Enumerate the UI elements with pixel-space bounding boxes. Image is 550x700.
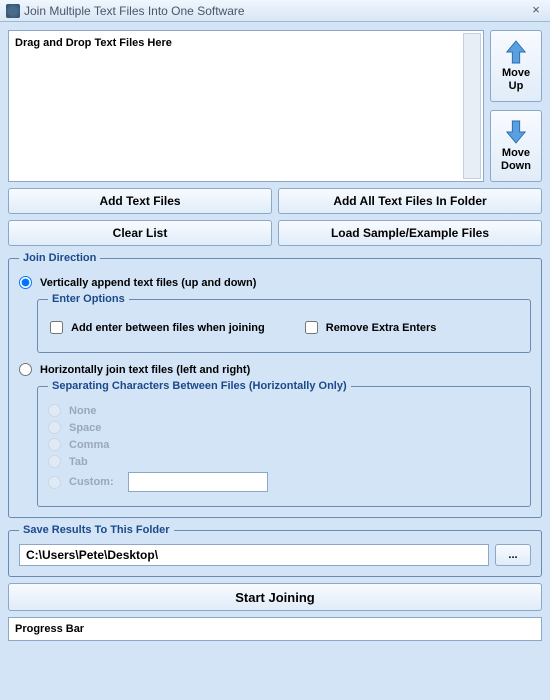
join-direction-group: Join Direction Vertically append text fi… (8, 252, 542, 518)
load-sample-button[interactable]: Load Sample/Example Files (278, 220, 542, 246)
sep-comma-label: Comma (69, 439, 109, 451)
save-path-input[interactable] (19, 544, 489, 566)
close-button[interactable]: × (528, 3, 544, 19)
sep-comma-row: Comma (48, 438, 520, 451)
arrow-up-icon (505, 39, 527, 65)
sep-none-label: None (69, 405, 97, 417)
separator-options-group: Separating Characters Between Files (Hor… (37, 380, 531, 507)
titlebar: Join Multiple Text Files Into One Softwa… (0, 0, 550, 22)
file-list[interactable]: Drag and Drop Text Files Here (8, 30, 484, 182)
move-column: Move Up Move Down (490, 30, 542, 182)
sep-custom-input (128, 472, 268, 492)
sep-space-label: Space (69, 422, 101, 434)
add-text-files-button[interactable]: Add Text Files (8, 188, 272, 214)
clear-list-button[interactable]: Clear List (8, 220, 272, 246)
vertical-radio[interactable] (19, 276, 32, 289)
sep-custom-radio (48, 476, 61, 489)
add-folder-button[interactable]: Add All Text Files In Folder (278, 188, 542, 214)
sep-custom-label: Custom: (69, 476, 114, 488)
horizontal-radio-row[interactable]: Horizontally join text files (left and r… (19, 363, 531, 376)
join-direction-legend: Join Direction (19, 252, 100, 264)
progress-label: Progress Bar (15, 623, 84, 635)
sep-comma-radio (48, 438, 61, 451)
button-row-1: Add Text Files Add All Text Files In Fol… (8, 188, 542, 214)
enter-options-group: Enter Options Add enter between files wh… (37, 293, 531, 353)
horizontal-radio-label: Horizontally join text files (left and r… (40, 364, 250, 376)
top-row: Drag and Drop Text Files Here Move Up Mo… (8, 30, 542, 182)
app-icon (6, 4, 20, 18)
sep-none-radio (48, 404, 61, 417)
add-enter-row[interactable]: Add enter between files when joining (50, 321, 265, 334)
browse-button[interactable]: ... (495, 544, 531, 566)
move-down-label: Move Down (501, 147, 531, 173)
start-joining-button[interactable]: Start Joining (8, 583, 542, 611)
remove-extra-checkbox[interactable] (305, 321, 318, 334)
enter-options-checks: Add enter between files when joining Rem… (48, 313, 520, 342)
sep-none-row: None (48, 404, 520, 417)
vertical-radio-label: Vertically append text files (up and dow… (40, 277, 256, 289)
save-row: ... (19, 544, 531, 566)
move-up-button[interactable]: Move Up (490, 30, 542, 102)
vertical-radio-row[interactable]: Vertically append text files (up and dow… (19, 276, 531, 289)
file-list-placeholder: Drag and Drop Text Files Here (15, 37, 172, 49)
content-area: Drag and Drop Text Files Here Move Up Mo… (0, 22, 550, 649)
remove-extra-label: Remove Extra Enters (326, 322, 437, 334)
sep-custom-row: Custom: (48, 472, 520, 492)
sep-tab-radio (48, 455, 61, 468)
move-up-label: Move Up (502, 67, 530, 93)
add-enter-label: Add enter between files when joining (71, 322, 265, 334)
save-folder-group: Save Results To This Folder ... (8, 524, 542, 577)
remove-extra-row[interactable]: Remove Extra Enters (305, 321, 437, 334)
sep-tab-label: Tab (69, 456, 88, 468)
arrow-down-icon (505, 119, 527, 145)
progress-bar: Progress Bar (8, 617, 542, 641)
sep-space-row: Space (48, 421, 520, 434)
window-title: Join Multiple Text Files Into One Softwa… (24, 4, 528, 18)
sep-tab-row: Tab (48, 455, 520, 468)
sep-space-radio (48, 421, 61, 434)
enter-options-legend: Enter Options (48, 293, 129, 305)
separator-legend: Separating Characters Between Files (Hor… (48, 380, 351, 392)
save-folder-legend: Save Results To This Folder (19, 524, 174, 536)
horizontal-radio[interactable] (19, 363, 32, 376)
move-down-button[interactable]: Move Down (490, 110, 542, 182)
button-row-2: Clear List Load Sample/Example Files (8, 220, 542, 246)
add-enter-checkbox[interactable] (50, 321, 63, 334)
